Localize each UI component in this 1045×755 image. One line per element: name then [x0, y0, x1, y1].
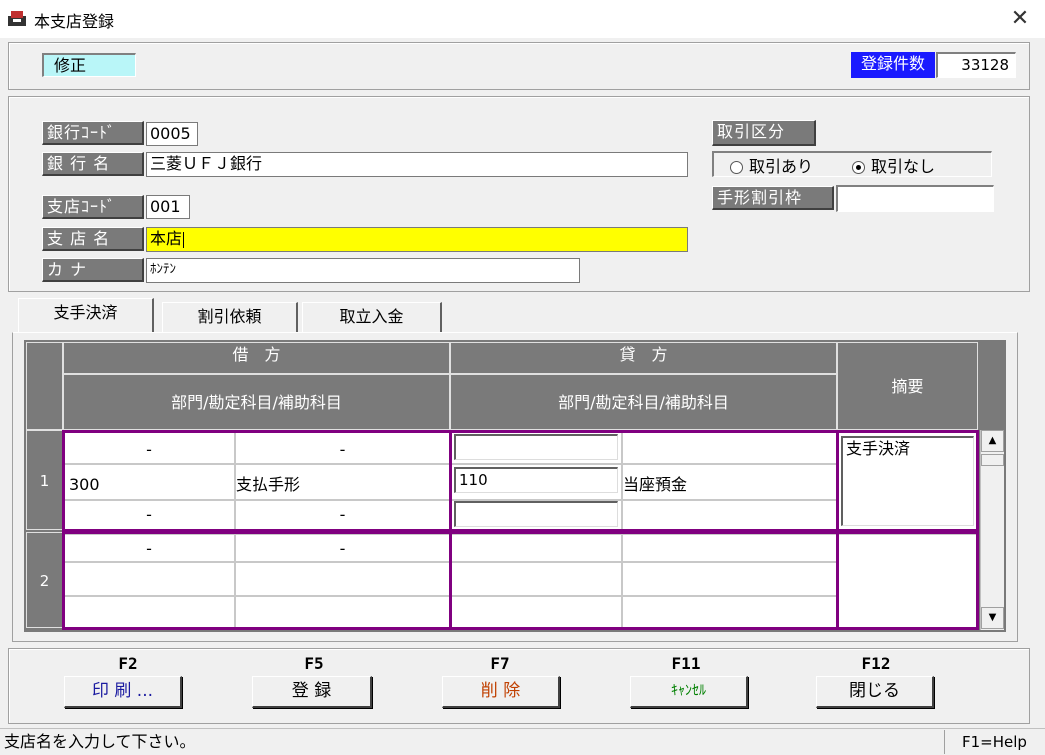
status-divider: [944, 730, 945, 754]
f5-key-label: F5: [304, 654, 324, 673]
kana-label: カ ナ: [42, 258, 144, 282]
close-button[interactable]: 閉じる: [816, 676, 934, 708]
row-number: 1: [26, 430, 63, 530]
branch-name-value: 本店: [150, 229, 183, 248]
branch-name-field[interactable]: 本店: [146, 227, 688, 252]
text-cursor: [183, 231, 185, 248]
radio-without-transaction[interactable]: 取引なし: [852, 153, 935, 177]
close-icon[interactable]: ✕: [1002, 2, 1038, 36]
row1-summary-outline: [836, 430, 979, 532]
grid-corner: [26, 342, 63, 430]
row2-credit-outline: [449, 531, 839, 630]
help-hint: F1=Help: [962, 733, 1027, 751]
bank-name-label: 銀 行 名: [42, 152, 144, 176]
bank-code-label: 銀行ｺｰﾄﾞ: [42, 121, 144, 145]
f12-key-label: F12: [861, 654, 891, 673]
summary-header: 摘要: [837, 342, 978, 430]
mode-badge: 修正: [42, 53, 136, 77]
app-icon: [8, 11, 26, 26]
scroll-thumb[interactable]: [981, 454, 1004, 466]
row1-credit-outline: [449, 430, 839, 532]
print-button[interactable]: 印 刷 ...: [64, 676, 182, 708]
tab-payment-settlement[interactable]: 支手決済: [18, 298, 154, 332]
bill-discount-field[interactable]: [836, 185, 994, 212]
debit-header: 借 方: [63, 342, 450, 374]
tab-discount-request[interactable]: 割引依頼: [162, 302, 298, 332]
radio-label: 取引なし: [871, 157, 936, 176]
radio-selected-icon: [852, 161, 865, 174]
status-message: 支店名を入力して下さい。: [4, 732, 196, 751]
radio-label: 取引あり: [749, 157, 814, 176]
branch-code-field[interactable]: 001: [146, 195, 190, 219]
branch-name-label: 支 店 名: [42, 227, 144, 251]
radio-with-transaction[interactable]: 取引あり: [730, 153, 813, 177]
f2-key-label: F2: [118, 654, 138, 673]
record-count-value: 33128: [936, 52, 1016, 78]
scroll-up-icon[interactable]: ▲: [981, 430, 1004, 452]
tab-collection-deposit[interactable]: 取立入金: [302, 302, 442, 332]
title-bar: [0, 0, 1045, 38]
delete-button[interactable]: 削 除: [442, 676, 560, 708]
credit-subheader: 部門/勘定科目/補助科目: [450, 374, 837, 430]
window-title: 本支店登録: [34, 12, 115, 31]
kana-field[interactable]: ﾎﾝﾃﾝ: [146, 258, 580, 283]
cancel-button[interactable]: ｷｬﾝｾﾙ: [630, 676, 748, 708]
record-count-label: 登録件数: [851, 52, 935, 78]
row2-debit-outline: [62, 531, 452, 630]
bill-discount-label: 手形割引枠: [712, 186, 834, 210]
scroll-down-icon[interactable]: ▼: [981, 607, 1004, 629]
branch-code-label: 支店ｺｰﾄﾞ: [42, 195, 144, 219]
bank-name-field[interactable]: 三菱ＵＦＪ銀行: [146, 152, 688, 177]
bank-code-field[interactable]: 0005: [146, 122, 198, 146]
row-number: 2: [26, 532, 63, 628]
credit-header: 貸 方: [450, 342, 837, 374]
transaction-type-label: 取引区分: [712, 120, 816, 146]
row1-debit-outline: [62, 430, 452, 532]
register-button[interactable]: 登 録: [252, 676, 372, 708]
f7-key-label: F7: [490, 654, 510, 673]
radio-circle-icon: [730, 161, 743, 174]
debit-subheader: 部門/勘定科目/補助科目: [63, 374, 450, 430]
f11-key-label: F11: [671, 654, 701, 673]
row2-summary-outline: [836, 531, 979, 630]
